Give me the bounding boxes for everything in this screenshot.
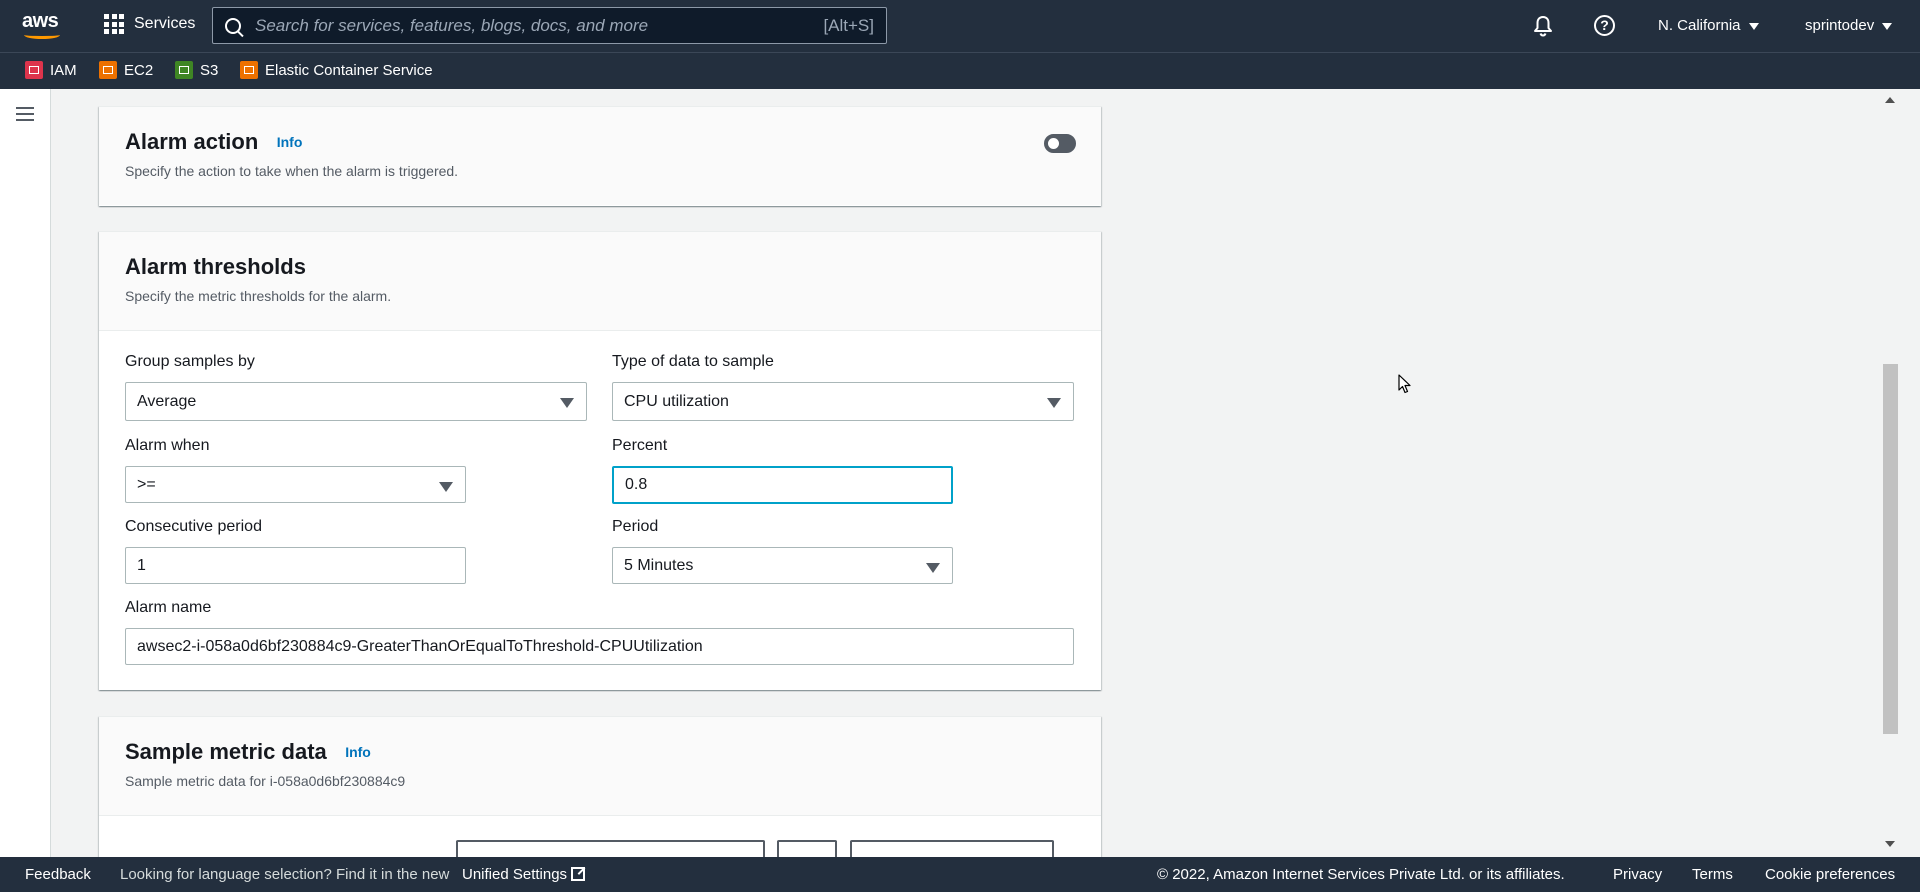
sample-metric-panel: Sample metric data Info Sample metric da…: [99, 716, 1101, 857]
services-menu-button[interactable]: Services: [104, 14, 195, 34]
percent-value: 0.8: [625, 476, 648, 493]
grid-icon: [104, 14, 124, 34]
language-prompt: Looking for language selection? Find it …: [120, 866, 450, 883]
favorite-s3[interactable]: S3: [175, 61, 218, 79]
caret-down-icon: [1047, 398, 1061, 408]
percent-input[interactable]: 0.8: [612, 466, 953, 504]
search-input[interactable]: Search for services, features, blogs, do…: [212, 7, 887, 44]
favorite-ecs[interactable]: Elastic Container Service: [240, 61, 433, 79]
data-type-select[interactable]: CPU utilization: [612, 382, 1074, 421]
group-samples-value: Average: [137, 392, 197, 410]
search-shortcut: [Alt+S]: [823, 15, 874, 35]
aws-logo[interactable]: aws: [22, 10, 64, 40]
alarm-thresholds-header: Alarm thresholds Specify the metric thre…: [99, 232, 1101, 331]
consecutive-period-input[interactable]: 1: [125, 547, 466, 584]
alarm-thresholds-panel: Alarm thresholds Specify the metric thre…: [99, 231, 1101, 690]
terms-link[interactable]: Terms: [1692, 866, 1733, 883]
console-footer: Feedback Looking for language selection?…: [0, 857, 1920, 892]
alarm-thresholds-title: Alarm thresholds: [125, 254, 306, 279]
alarm-name-value: awsec2-i-058a0d6bf230884c9-GreaterThanOr…: [137, 637, 703, 655]
privacy-link[interactable]: Privacy: [1613, 866, 1662, 883]
alarm-action-title: Alarm action: [125, 129, 259, 154]
caret-down-icon: [560, 398, 574, 408]
cookie-preferences-link[interactable]: Cookie preferences: [1765, 866, 1895, 883]
search-icon: [225, 17, 241, 34]
favorite-label: S3: [200, 61, 219, 79]
info-link[interactable]: Info: [345, 744, 371, 760]
alarm-name-label: Alarm name: [125, 599, 212, 616]
toggle-knob: [1048, 138, 1059, 149]
iam-icon: [25, 61, 43, 79]
caret-down-icon: [439, 482, 453, 492]
chevron-down-icon: [1748, 22, 1759, 30]
percent-label: Percent: [612, 437, 668, 454]
alarm-action-header: Alarm action Info Specify the action to …: [99, 107, 1101, 205]
region-label: N. California: [1658, 17, 1741, 34]
side-navigation-rail: [0, 89, 51, 857]
period-value: 5 Minutes: [624, 556, 694, 574]
chevron-down-icon: [1882, 22, 1893, 30]
top-navigation: aws Services Search for services, featur…: [0, 0, 1920, 52]
copyright-text: © 2022, Amazon Internet Services Private…: [1157, 866, 1565, 883]
s3-icon: [175, 61, 193, 79]
ecs-icon: [240, 61, 258, 79]
feedback-link[interactable]: Feedback: [25, 866, 91, 883]
scrollbar-thumb[interactable]: [1883, 364, 1898, 734]
bell-icon[interactable]: [1533, 15, 1553, 37]
period-label: Period: [612, 518, 659, 535]
alarm-action-description: Specify the action to take when the alar…: [125, 163, 459, 179]
alarm-when-label: Alarm when: [125, 437, 210, 454]
alarm-when-value: >=: [137, 475, 156, 493]
scroll-up-arrow-icon[interactable]: [1885, 97, 1895, 103]
consecutive-period-value: 1: [137, 556, 146, 574]
unified-settings-label: Unified Settings: [462, 866, 568, 883]
search-placeholder: Search for services, features, blogs, do…: [255, 15, 649, 35]
favorites-bar: IAM EC2 S3 Elastic Container Service: [0, 52, 1920, 89]
caret-down-icon: [926, 563, 940, 573]
group-samples-label: Group samples by: [125, 353, 255, 370]
aws-logo-text: aws: [22, 10, 59, 32]
info-link[interactable]: Info: [277, 134, 303, 150]
alarm-when-select[interactable]: >=: [125, 466, 466, 503]
services-label: Services: [134, 15, 196, 32]
account-label: sprintodev: [1805, 17, 1875, 34]
alarm-name-input[interactable]: awsec2-i-058a0d6bf230884c9-GreaterThanOr…: [125, 628, 1074, 665]
sample-metric-title: Sample metric data: [125, 739, 327, 764]
consecutive-period-label: Consecutive period: [125, 518, 262, 535]
alarm-thresholds-description: Specify the metric thresholds for the al…: [125, 288, 392, 304]
external-link-icon: [571, 867, 586, 881]
data-type-label: Type of data to sample: [612, 353, 774, 370]
sample-metric-description: Sample metric data for i-058a0d6bf230884…: [125, 773, 406, 789]
sample-metric-header: Sample metric data Info Sample metric da…: [99, 717, 1101, 816]
favorite-label: EC2: [124, 61, 154, 79]
unified-settings-link[interactable]: Unified Settings: [462, 866, 586, 883]
ec2-icon: [99, 61, 117, 79]
favorite-label: IAM: [50, 61, 77, 79]
favorite-label: Elastic Container Service: [265, 61, 433, 79]
data-type-value: CPU utilization: [624, 392, 729, 410]
alarm-action-panel: Alarm action Info Specify the action to …: [99, 106, 1101, 206]
region-selector[interactable]: N. California: [1658, 17, 1759, 34]
aws-smile-icon: [24, 31, 60, 39]
account-menu[interactable]: sprintodev: [1805, 17, 1893, 34]
menu-icon[interactable]: [16, 107, 34, 121]
group-samples-select[interactable]: Average: [125, 382, 587, 421]
favorite-iam[interactable]: IAM: [25, 61, 77, 79]
favorite-ec2[interactable]: EC2: [99, 61, 153, 79]
period-select[interactable]: 5 Minutes: [612, 547, 953, 584]
page-scrollbar[interactable]: [1880, 89, 1900, 857]
help-icon[interactable]: ?: [1594, 15, 1615, 36]
scroll-down-arrow-icon[interactable]: [1885, 841, 1895, 847]
alarm-action-toggle[interactable]: [1044, 134, 1076, 153]
mouse-cursor-icon: [1398, 374, 1411, 394]
